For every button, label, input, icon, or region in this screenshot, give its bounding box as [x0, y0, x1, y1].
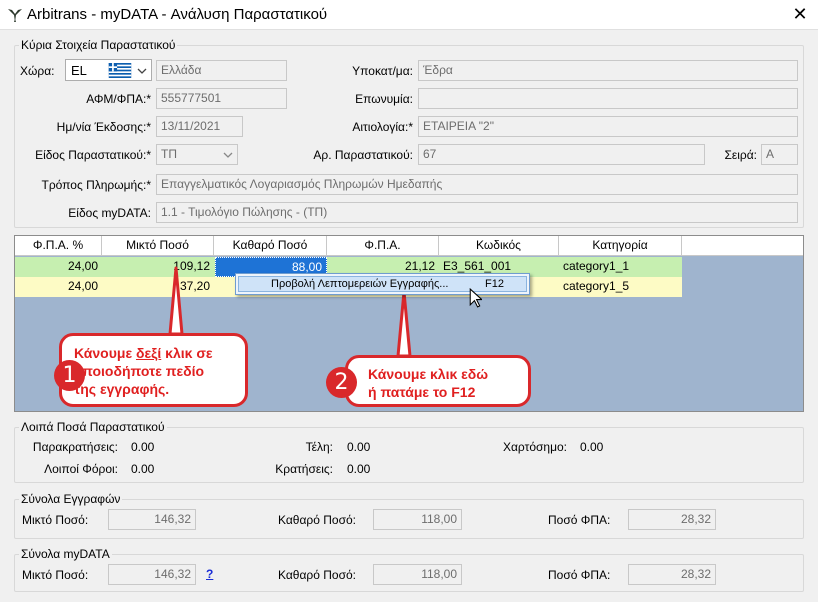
mydata-net-field: 118,00: [373, 564, 462, 585]
series-field: Α: [761, 144, 798, 165]
stamp-value: 0.00: [580, 440, 604, 454]
mouse-cursor-icon: [469, 288, 482, 308]
callout-2-line2: ή πατάμε το F12: [368, 384, 476, 400]
mydata-totals-title: Σύνολα myDATA: [19, 547, 112, 561]
chevron-down-icon: [137, 68, 147, 74]
callout-2-line1: Κάνουμε κλικ εδώ: [368, 366, 489, 382]
other-amounts-title: Λοιπά Ποσά Παραστατικού: [19, 420, 167, 434]
callout-2: Κάνουμε κλικ εδώ ή πατάμε το F12: [345, 355, 531, 407]
cell-category[interactable]: category1_1: [559, 257, 682, 277]
entry-gross-label: Μικτό Ποσό:: [22, 513, 89, 527]
callout-1-badge: 1: [54, 360, 85, 391]
cell-gross[interactable]: 109,12: [102, 257, 214, 277]
entry-gross-field: 146,32: [108, 509, 196, 530]
mydata-net-label: Καθαρό Ποσό:: [278, 568, 356, 582]
title-bar: Arbitrans - myDATA - Ανάλυση Παραστατικο…: [0, 0, 818, 30]
mydata-vat-field: 28,32: [628, 564, 716, 585]
entry-vat-label: Ποσό ΦΠΑ:: [548, 513, 611, 527]
menu-item-shortcut: F12: [485, 278, 504, 290]
cell-vat-pct[interactable]: 24,00: [15, 257, 102, 277]
fees-value: 0.00: [347, 440, 371, 454]
reason-field: ΕΤΑΙΡΕΙΑ "2": [418, 116, 798, 137]
fees-label: Τέλη:: [305, 440, 333, 454]
callout-2-badge: 2: [326, 367, 357, 398]
callout-1: Κάνουμε δεξί κλικ σε οποιοδήποτε πεδίο τ…: [59, 333, 248, 407]
menu-item-view-details[interactable]: Προβολή Λεπτομερειών Εγγραφής... F12: [238, 276, 527, 292]
col-header-net[interactable]: Καθαρό Ποσό: [214, 236, 327, 256]
cell-vat-pct[interactable]: 24,00: [15, 277, 102, 297]
other-taxes-value: 0.00: [131, 462, 155, 476]
mydata-gross-field: 146,32: [108, 564, 196, 585]
deductions-value: 0.00: [347, 462, 371, 476]
callout-1-line1: Κάνουμε δεξί κλικ σε: [74, 345, 213, 361]
withholdings-value: 0.00: [131, 440, 155, 454]
app-bird-icon: [8, 9, 22, 22]
greek-flag-icon: [108, 63, 132, 78]
mydata-type-label: Είδος myDATA:: [68, 206, 151, 220]
window-title: Arbitrans - myDATA - Ανάλυση Παραστατικο…: [27, 6, 328, 23]
branch-label: Υποκατ/μα:: [352, 64, 413, 78]
entry-vat-field: 28,32: [628, 509, 716, 530]
col-header-vat-pct[interactable]: Φ.Π.Α. %: [15, 236, 102, 256]
doc-number-label: Αρ. Παραστατικού:: [313, 148, 413, 162]
deductions-label: Κρατήσεις:: [275, 462, 333, 476]
country-label: Χώρα:: [20, 64, 55, 78]
stamp-label: Χαρτόσημο:: [502, 440, 567, 454]
name-label: Επωνυμία:: [355, 92, 413, 106]
vat-field: 555777501: [156, 88, 287, 109]
doc-number-field: 67: [418, 144, 705, 165]
menu-item-label: Προβολή Λεπτομερειών Εγγραφής...: [271, 278, 449, 290]
country-select[interactable]: EL: [65, 59, 152, 81]
doc-type-select[interactable]: ΤΠ: [156, 144, 238, 165]
payment-field: Επαγγελματικός Λογαριασμός Πληρωμών Ημεδ…: [156, 174, 798, 195]
branch-field: Έδρα: [418, 60, 798, 81]
issue-date-field: 13/11/2021: [156, 116, 243, 137]
cell-gross[interactable]: 37,20: [102, 277, 214, 297]
col-header-gross[interactable]: Μικτό Ποσό: [102, 236, 214, 256]
mydata-type-field: 1.1 - Τιμολόγιο Πώλησης - (ΤΠ): [156, 202, 798, 223]
col-header-code[interactable]: Κωδικός: [439, 236, 559, 256]
other-taxes-label: Λοιποί Φόροι:: [44, 462, 118, 476]
reason-label: Αιτιολογία:*: [352, 120, 413, 134]
doc-type-value: ΤΠ: [161, 147, 177, 161]
context-menu: Προβολή Λεπτομερειών Εγγραφής... F12: [235, 273, 530, 295]
vat-label: ΑΦΜ/ΦΠΑ:*: [86, 92, 151, 106]
chevron-down-icon: [223, 152, 233, 158]
entry-net-field: 118,00: [373, 509, 462, 530]
payment-label: Τρόπος Πληρωμής:*: [41, 178, 151, 192]
callout-1-line3: της εγγραφής.: [74, 381, 170, 397]
series-label: Σειρά:: [724, 148, 757, 162]
withholdings-label: Παρακρατήσεις:: [32, 440, 118, 454]
grid-header: Φ.Π.Α. % Μικτό Ποσό Καθαρό Ποσό Φ.Π.Α. Κ…: [15, 236, 803, 256]
country-code: EL: [71, 63, 87, 78]
entry-net-label: Καθαρό Ποσό:: [278, 513, 356, 527]
mydata-vat-label: Ποσό ΦΠΑ:: [548, 568, 611, 582]
mydata-gross-label: Μικτό Ποσό:: [22, 568, 89, 582]
col-header-category[interactable]: Κατηγορία: [559, 236, 682, 256]
cell-category[interactable]: category1_5: [559, 277, 682, 297]
country-name-field: Ελλάδα: [156, 60, 287, 81]
name-field: [418, 88, 798, 109]
close-icon[interactable]: ✕: [782, 0, 818, 30]
mydata-help-link[interactable]: ?: [206, 567, 213, 581]
callout-1-line2: οποιοδήποτε πεδίο: [74, 363, 205, 379]
issue-date-label: Ημ/νία Έκδοσης:*: [56, 120, 151, 134]
doc-type-label: Είδος Παραστατικού:*: [35, 148, 151, 162]
main-info-title: Κύρια Στοιχεία Παραστατικού: [19, 38, 178, 52]
entry-totals-title: Σύνολα Εγγραφών: [19, 492, 123, 506]
col-header-vat[interactable]: Φ.Π.Α.: [327, 236, 439, 256]
